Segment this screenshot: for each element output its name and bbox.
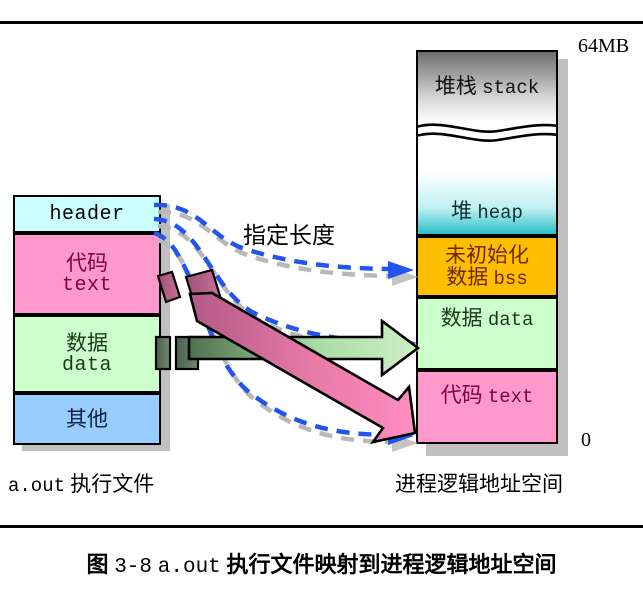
aout-file-label-text: 执行文件	[70, 472, 155, 496]
proc-segment-bss-label-line2: 数据 bss	[446, 264, 528, 290]
length-annotation-label: 指定长度	[243, 223, 335, 248]
proc-segment-data-label: 数据 data	[440, 305, 534, 331]
proc-segment-bss: 未初始化 数据 bss	[416, 236, 558, 297]
figure-container: header 代码 text 数据 data 其他 a.out 执行文件 堆栈 …	[0, 0, 643, 599]
address-scale-top-label: 64MB	[578, 35, 630, 57]
proc-segment-stack-label: 堆栈 stack	[434, 74, 540, 100]
address-space-break-symbol	[416, 122, 558, 144]
proc-segment-bss-label-line1: 未初始化	[445, 242, 529, 267]
dashed-mapping-arrowheads	[388, 261, 417, 445]
aout-segment-header: header	[13, 195, 161, 233]
aout-segment-text-label-cn: 代码	[66, 251, 108, 276]
proc-segment-text: 代码 text	[416, 370, 558, 444]
text-mapping-arrow	[188, 291, 417, 444]
figure-caption-prefix: 图	[86, 552, 109, 577]
aout-segment-other: 其他	[13, 393, 161, 445]
top-divider-rule	[0, 21, 643, 24]
proc-address-space-label: 进程逻辑地址空间	[395, 472, 563, 496]
bottom-divider-rule	[0, 525, 643, 528]
data-mapping-arrow	[187, 318, 421, 378]
proc-segment-text-label: 代码 text	[440, 383, 534, 409]
address-scale-bottom-label: 0	[581, 429, 591, 451]
proc-segment-heap-label: 堆 heap	[451, 199, 523, 225]
proc-segment-stack: 堆栈 stack	[416, 50, 558, 122]
aout-file-label-name: a.out	[8, 475, 66, 497]
aout-segment-text-label-en: text	[61, 273, 112, 297]
aout-segment-text: 代码 text	[13, 233, 161, 315]
aout-file-label: a.out 执行文件	[8, 468, 154, 498]
proc-segment-data: 数据 data	[416, 297, 558, 370]
proc-segment-heap: 堆 heap	[416, 144, 558, 236]
figure-caption-text: 执行文件映射到进程逻辑地址空间	[226, 552, 557, 577]
aout-segment-data-label-cn: 数据	[66, 331, 108, 356]
aout-segment-data-label-en: data	[61, 353, 112, 377]
aout-segment-header-label: header	[49, 202, 125, 226]
figure-caption: 图 3-8 a.out 执行文件映射到进程逻辑地址空间	[0, 547, 643, 579]
figure-caption-filename: a.out	[157, 556, 221, 579]
aout-segment-data: 数据 data	[13, 315, 161, 393]
figure-caption-number: 3-8	[114, 556, 153, 579]
aout-segment-other-label-cn: 其他	[66, 406, 108, 431]
